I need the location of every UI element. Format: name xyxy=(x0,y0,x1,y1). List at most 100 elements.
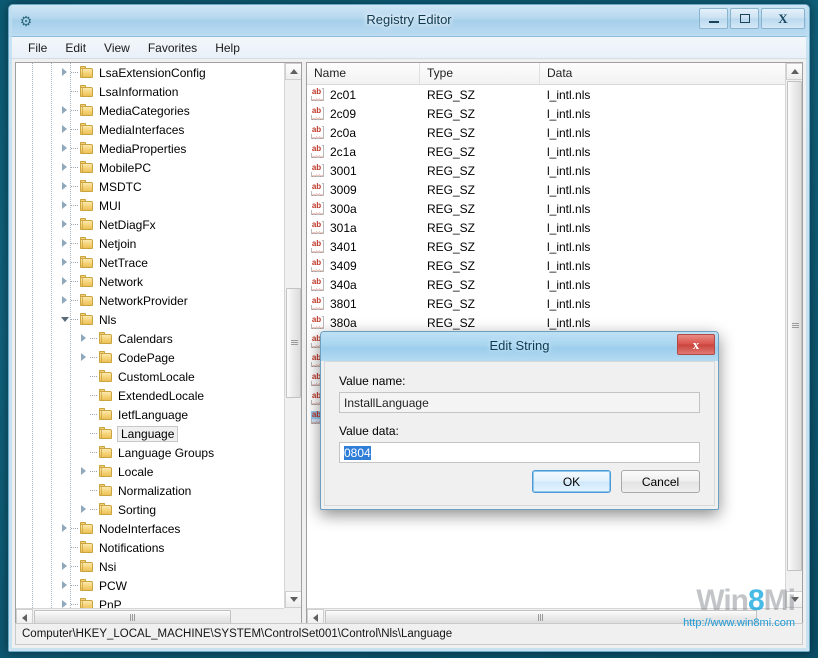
menu-item-favorites[interactable]: Favorites xyxy=(139,39,206,57)
chevron-right-icon[interactable] xyxy=(60,561,71,572)
menu-item-file[interactable]: File xyxy=(19,39,56,57)
table-row[interactable]: ab340aREG_SZl_intl.nls xyxy=(307,275,785,294)
tree-item-calendars[interactable]: Calendars xyxy=(16,329,284,348)
chevron-right-icon[interactable] xyxy=(79,504,90,515)
tree-item-lsaextensionconfig[interactable]: LsaExtensionConfig xyxy=(16,63,284,82)
value-name-cell: ab301a xyxy=(307,221,420,235)
table-row[interactable]: ab300aREG_SZl_intl.nls xyxy=(307,199,785,218)
tree-item-nettrace[interactable]: NetTrace xyxy=(16,253,284,272)
tree-item-extendedlocale[interactable]: ExtendedLocale xyxy=(16,386,284,405)
list-vertical-scrollbar[interactable] xyxy=(785,63,802,608)
value-name-input[interactable]: InstallLanguage xyxy=(339,392,700,413)
ok-button[interactable]: OK xyxy=(532,470,611,493)
tree-scroll-down-button[interactable] xyxy=(285,591,302,608)
list-scroll-down-button[interactable] xyxy=(786,591,803,608)
tree-vertical-scrollbar[interactable] xyxy=(284,63,301,608)
tree-item-locale[interactable]: Locale xyxy=(16,462,284,481)
table-row[interactable]: ab2c09REG_SZl_intl.nls xyxy=(307,104,785,123)
close-button[interactable]: X xyxy=(761,8,805,29)
chevron-right-icon[interactable] xyxy=(79,352,90,363)
chevron-right-icon[interactable] xyxy=(60,295,71,306)
maximize-button[interactable] xyxy=(730,8,759,29)
tree-item-nsi[interactable]: Nsi xyxy=(16,557,284,576)
tree-item-mediainterfaces[interactable]: MediaInterfaces xyxy=(16,120,284,139)
chevron-right-icon[interactable] xyxy=(60,276,71,287)
table-row[interactable]: ab3001REG_SZl_intl.nls xyxy=(307,161,785,180)
tree-item-mediaproperties[interactable]: MediaProperties xyxy=(16,139,284,158)
dialog-close-button[interactable]: x xyxy=(677,334,715,355)
tree-item-mobilepc[interactable]: MobilePC xyxy=(16,158,284,177)
tree-item-mediacategories[interactable]: MediaCategories xyxy=(16,101,284,120)
chevron-right-icon[interactable] xyxy=(60,181,71,192)
value-name-text: 300a xyxy=(330,202,357,216)
column-header-type[interactable]: Type xyxy=(420,63,540,84)
tree-item-sorting[interactable]: Sorting xyxy=(16,500,284,519)
registry-tree-pane[interactable]: LsaExtensionConfigLsaInformationMediaCat… xyxy=(15,62,302,627)
chevron-right-icon[interactable] xyxy=(79,466,90,477)
tree-item-label: MobilePC xyxy=(99,161,155,175)
menu-item-edit[interactable]: Edit xyxy=(56,39,95,57)
chevron-right-icon[interactable] xyxy=(60,200,71,211)
tree-item-customlocale[interactable]: CustomLocale xyxy=(16,367,284,386)
chevron-right-icon[interactable] xyxy=(60,162,71,173)
column-header-name[interactable]: Name xyxy=(307,63,420,84)
table-row[interactable]: ab380aREG_SZl_intl.nls xyxy=(307,313,785,332)
tree-item-mui[interactable]: MUI xyxy=(16,196,284,215)
chevron-right-icon[interactable] xyxy=(60,238,71,249)
tree-item-network[interactable]: Network xyxy=(16,272,284,291)
chevron-right-icon[interactable] xyxy=(60,105,71,116)
tree-item-nls[interactable]: Nls xyxy=(16,310,284,329)
dialog-titlebar[interactable]: Edit String x xyxy=(321,332,718,361)
tree-item-pcw[interactable]: PCW xyxy=(16,576,284,595)
list-scroll-up-button[interactable] xyxy=(786,63,803,80)
value-name-text: 2c09 xyxy=(330,107,356,121)
menu-item-help[interactable]: Help xyxy=(206,39,249,57)
tree-item-ietflanguage[interactable]: IetfLanguage xyxy=(16,405,284,424)
table-row[interactable]: ab2c0aREG_SZl_intl.nls xyxy=(307,123,785,142)
chevron-right-icon[interactable] xyxy=(60,67,71,78)
table-row[interactable]: ab301aREG_SZl_intl.nls xyxy=(307,218,785,237)
tree-item-codepage[interactable]: CodePage xyxy=(16,348,284,367)
tree-item-networkprovider[interactable]: NetworkProvider xyxy=(16,291,284,310)
tree-connector xyxy=(90,490,97,491)
table-row[interactable]: ab3009REG_SZl_intl.nls xyxy=(307,180,785,199)
chevron-right-icon[interactable] xyxy=(60,143,71,154)
table-row[interactable]: ab3409REG_SZl_intl.nls xyxy=(307,256,785,275)
chevron-right-icon[interactable] xyxy=(60,580,71,591)
chevron-right-icon[interactable] xyxy=(60,257,71,268)
chevron-right-icon[interactable] xyxy=(79,333,90,344)
minimize-button[interactable] xyxy=(699,8,728,29)
tree-scroll-thumb[interactable] xyxy=(286,288,301,398)
table-row[interactable]: ab2c01REG_SZl_intl.nls xyxy=(307,85,785,104)
registry-tree[interactable]: LsaExtensionConfigLsaInformationMediaCat… xyxy=(16,63,284,608)
chevron-down-icon[interactable] xyxy=(60,314,71,325)
chevron-right-icon[interactable] xyxy=(60,599,71,608)
tree-item-language-groups[interactable]: Language Groups xyxy=(16,443,284,462)
tree-item-netjoin[interactable]: Netjoin xyxy=(16,234,284,253)
tree-item-normalization[interactable]: Normalization xyxy=(16,481,284,500)
value-data-input[interactable]: 0804 xyxy=(339,442,700,463)
tree-connector xyxy=(71,110,78,111)
tree-item-lsainformation[interactable]: LsaInformation xyxy=(16,82,284,101)
table-row[interactable]: ab2c1aREG_SZl_intl.nls xyxy=(307,142,785,161)
tree-item-language[interactable]: Language xyxy=(16,424,284,443)
tree-connector xyxy=(71,91,78,92)
table-row[interactable]: ab3801REG_SZl_intl.nls xyxy=(307,294,785,313)
chevron-right-icon[interactable] xyxy=(60,523,71,534)
column-header-data[interactable]: Data xyxy=(540,63,785,84)
folder-icon xyxy=(79,85,95,98)
tree-item-pnp[interactable]: PnP xyxy=(16,595,284,608)
edit-string-dialog[interactable]: Edit String x Value name: InstallLanguag… xyxy=(320,331,719,510)
tree-item-nodeinterfaces[interactable]: NodeInterfaces xyxy=(16,519,284,538)
tree-item-msdtc[interactable]: MSDTC xyxy=(16,177,284,196)
list-scroll-thumb[interactable] xyxy=(787,81,802,571)
menu-item-view[interactable]: View xyxy=(95,39,139,57)
table-row[interactable]: ab3401REG_SZl_intl.nls xyxy=(307,237,785,256)
chevron-right-icon[interactable] xyxy=(60,219,71,230)
tree-item-notifications[interactable]: Notifications xyxy=(16,538,284,557)
chevron-right-icon[interactable] xyxy=(60,124,71,135)
tree-scroll-up-button[interactable] xyxy=(285,63,302,80)
cancel-button[interactable]: Cancel xyxy=(621,470,700,493)
window-titlebar[interactable]: ⚙ Registry Editor X xyxy=(9,5,809,37)
tree-item-netdiagfx[interactable]: NetDiagFx xyxy=(16,215,284,234)
